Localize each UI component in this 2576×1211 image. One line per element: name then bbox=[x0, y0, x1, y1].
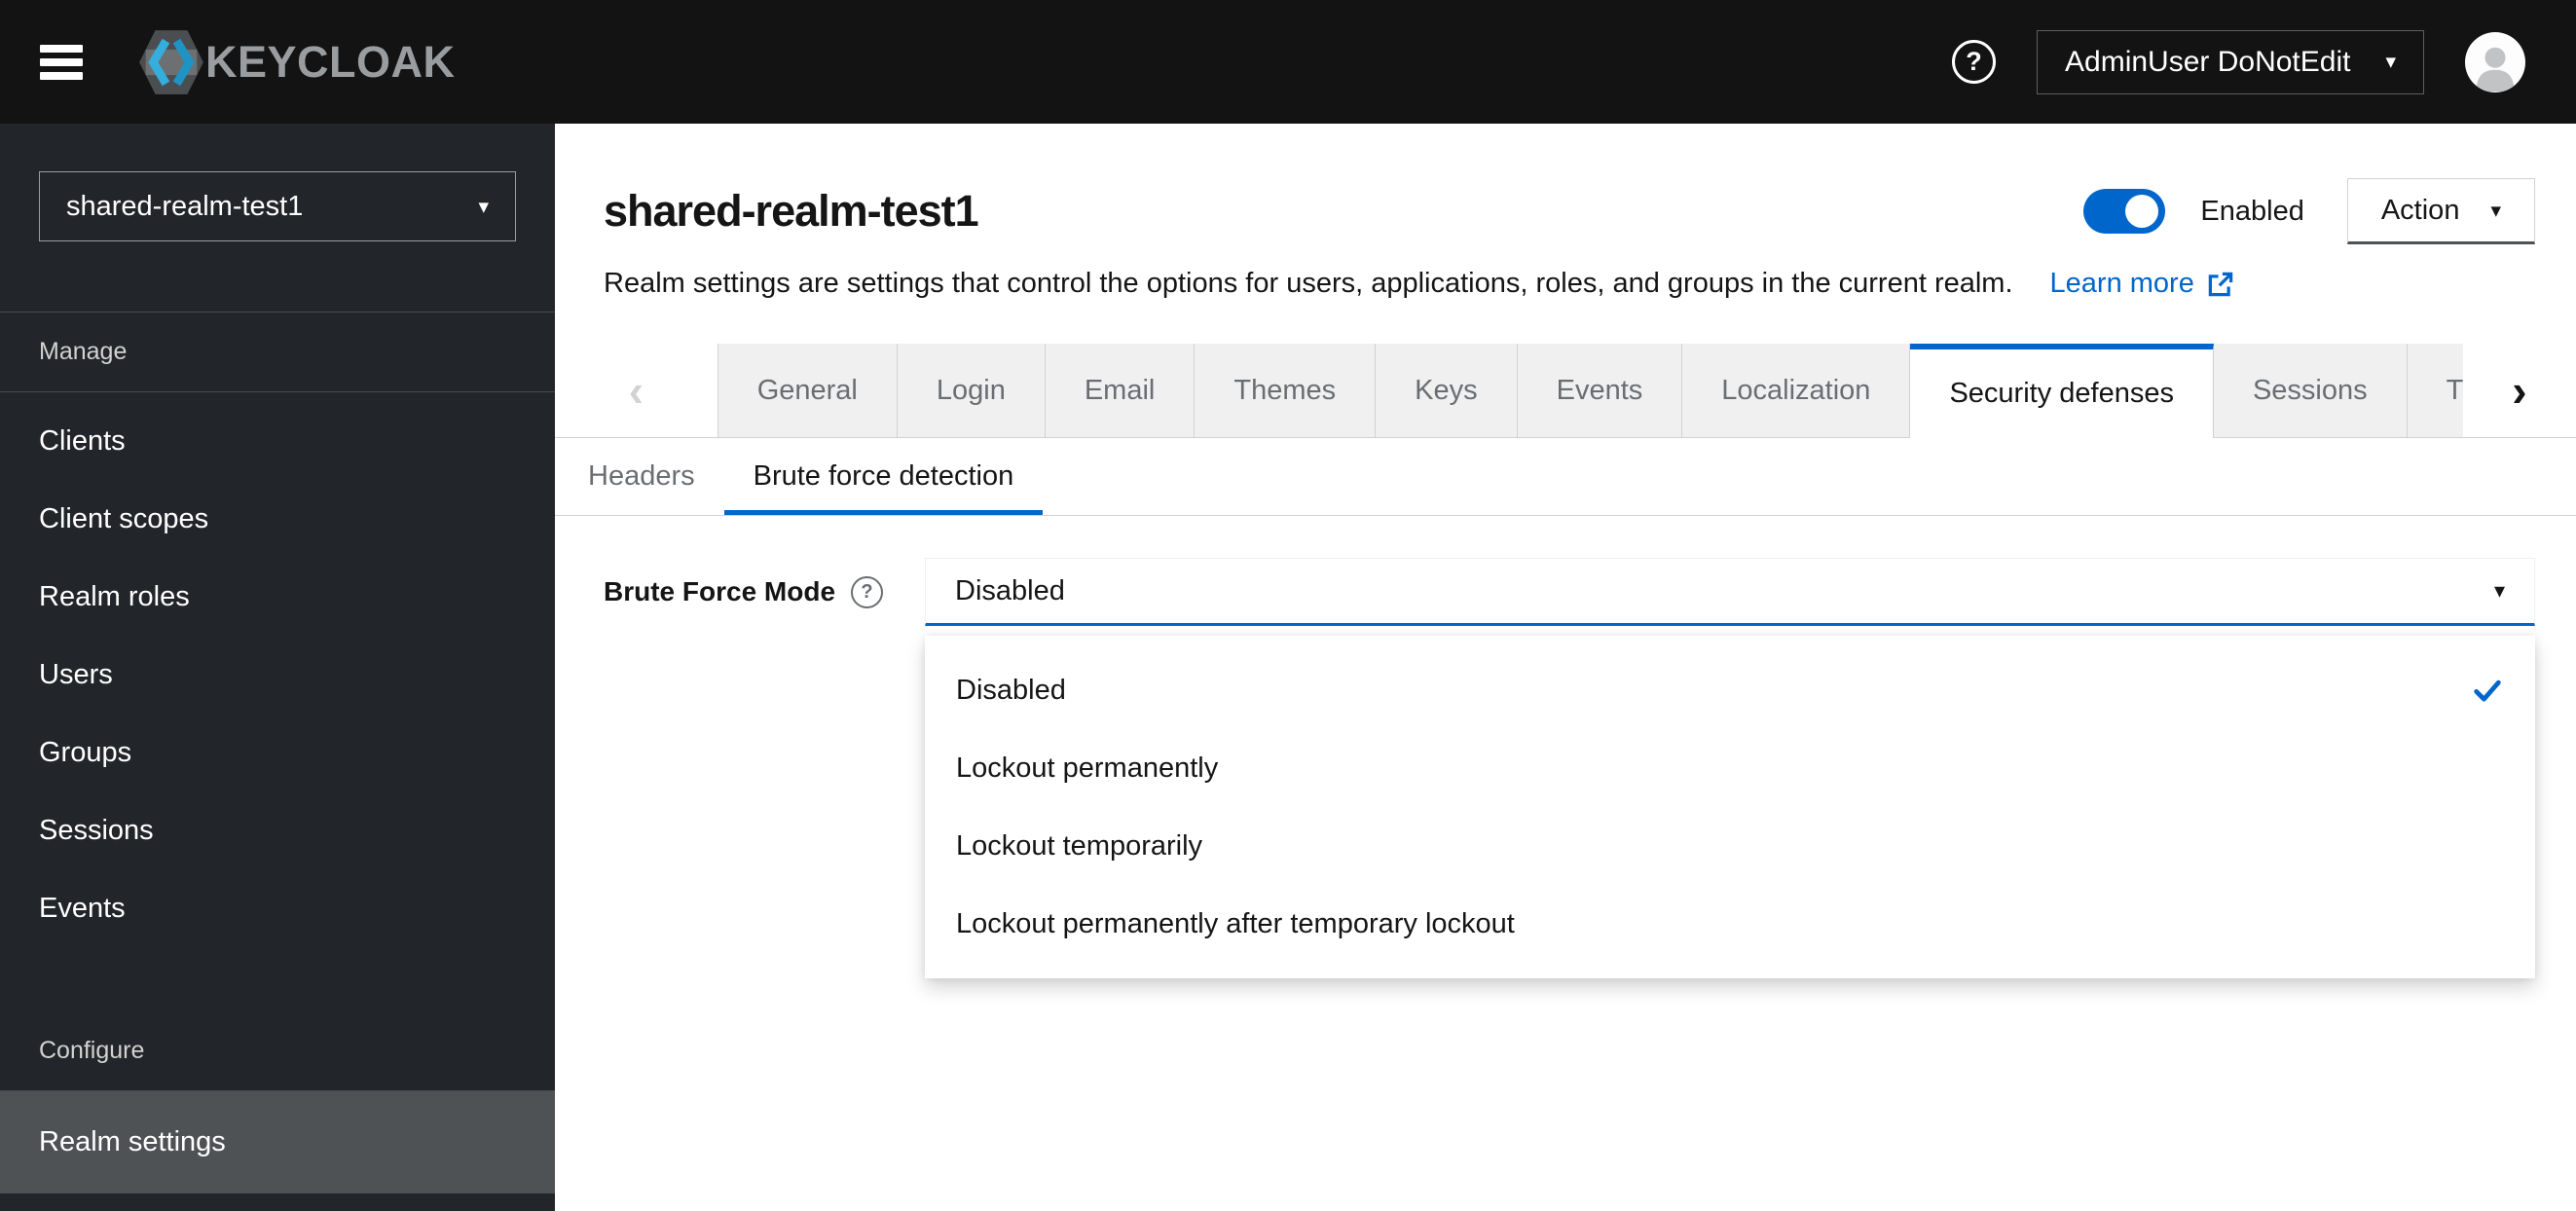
realm-selector[interactable]: shared-realm-test1 ▾ bbox=[39, 171, 516, 241]
option-lockout-permanently[interactable]: Lockout permanently bbox=[925, 729, 2535, 807]
nav-toggle-button[interactable] bbox=[40, 44, 83, 80]
nav-section-title-configure: Configure bbox=[0, 1011, 555, 1091]
brute-force-mode-label-group: Brute Force Mode ? bbox=[604, 575, 925, 608]
tab-login[interactable]: Login bbox=[897, 344, 1046, 438]
avatar[interactable] bbox=[2465, 31, 2525, 92]
question-circle-icon[interactable]: ? bbox=[851, 575, 884, 608]
help-icon: ? bbox=[1952, 40, 1997, 84]
learn-more-link[interactable]: Learn more bbox=[2050, 268, 2235, 300]
tab-partial-truncated[interactable]: T bbox=[2407, 344, 2463, 438]
brute-force-mode-label: Brute Force Mode bbox=[604, 576, 836, 606]
brand-text: KEYCLOAK bbox=[205, 36, 456, 87]
option-lockout-permanently-after-temporary-lockout[interactable]: Lockout permanently after temporary lock… bbox=[925, 885, 2535, 963]
tab-general[interactable]: General bbox=[717, 344, 898, 438]
tab-bar: ‹ General Login Email Themes Keys Events… bbox=[555, 344, 2576, 438]
action-button[interactable]: Action ▾ bbox=[2346, 178, 2535, 244]
sidebar-item-realm-roles[interactable]: Realm roles bbox=[0, 558, 555, 636]
tab-keys[interactable]: Keys bbox=[1376, 344, 1518, 438]
tab-scroll-left-button[interactable]: ‹ bbox=[555, 344, 718, 438]
keycloak-logo-icon bbox=[139, 29, 203, 94]
sidebar-item-groups[interactable]: Groups bbox=[0, 714, 555, 791]
option-label: Lockout temporarily bbox=[956, 829, 1203, 862]
learn-more-label: Learn more bbox=[2049, 268, 2194, 299]
enabled-toggle[interactable] bbox=[2083, 189, 2166, 234]
tab-email[interactable]: Email bbox=[1045, 344, 1196, 438]
user-avatar-icon bbox=[2476, 48, 2515, 92]
toggle-knob bbox=[2125, 195, 2159, 228]
tab-security-defenses[interactable]: Security defenses bbox=[1910, 344, 2214, 438]
page-header: shared-realm-test1 Enabled Action ▾ Real… bbox=[555, 124, 2576, 300]
help-button[interactable]: ? bbox=[1952, 40, 1997, 84]
tab-themes[interactable]: Themes bbox=[1195, 344, 1377, 438]
option-label: Lockout permanently bbox=[956, 752, 1219, 784]
page-description: Realm settings are settings that control… bbox=[604, 268, 2013, 299]
nav-section-title-manage: Manage bbox=[0, 312, 555, 392]
tab-localization[interactable]: Localization bbox=[1682, 344, 1911, 438]
sidebar-nav: Manage Clients Client scopes Realm roles… bbox=[0, 312, 555, 1193]
sidebar-item-users[interactable]: Users bbox=[0, 636, 555, 714]
user-menu-button[interactable]: AdminUser DoNotEdit ▾ bbox=[2037, 29, 2424, 94]
option-label: Disabled bbox=[956, 674, 1066, 706]
masthead-actions: ? AdminUser DoNotEdit ▾ bbox=[1952, 29, 2525, 94]
nav-section-manage: Manage Clients Client scopes Realm roles… bbox=[0, 312, 555, 957]
sidebar-item-events[interactable]: Events bbox=[0, 869, 555, 947]
caret-down-icon: ▾ bbox=[2493, 578, 2505, 603]
realm-selector-value: shared-realm-test1 bbox=[66, 190, 304, 222]
subtab-brute-force-detection[interactable]: Brute force detection bbox=[724, 438, 1044, 515]
enabled-label: Enabled bbox=[2200, 195, 2304, 227]
title-controls: Enabled Action ▾ bbox=[2083, 178, 2535, 244]
option-disabled[interactable]: Disabled bbox=[925, 651, 2535, 729]
action-label: Action bbox=[2380, 194, 2460, 226]
brute-force-mode-select[interactable]: Disabled ▾ bbox=[925, 558, 2535, 626]
tab-events[interactable]: Events bbox=[1517, 344, 1683, 438]
nav-section-configure: Configure Realm settings bbox=[0, 1011, 555, 1193]
sidebar-item-clients[interactable]: Clients bbox=[0, 402, 555, 480]
caret-down-icon: ▾ bbox=[478, 195, 489, 218]
masthead: KEYCLOAK ? AdminUser DoNotEdit ▾ bbox=[0, 0, 2576, 124]
brute-force-mode-menu: Disabled Lockout permanently Lockout tem… bbox=[925, 636, 2535, 978]
sidebar: shared-realm-test1 ▾ Manage Clients Clie… bbox=[0, 124, 555, 1211]
subtab-headers[interactable]: Headers bbox=[559, 438, 724, 515]
select-value: Disabled bbox=[955, 574, 1065, 606]
sidebar-item-realm-settings[interactable]: Realm settings bbox=[0, 1091, 555, 1193]
option-lockout-temporarily[interactable]: Lockout temporarily bbox=[925, 807, 2535, 885]
sidebar-item-client-scopes[interactable]: Client scopes bbox=[0, 480, 555, 558]
keycloak-brand: KEYCLOAK bbox=[139, 29, 456, 95]
username: AdminUser DoNotEdit bbox=[2065, 45, 2351, 78]
page-title: shared-realm-test1 bbox=[604, 186, 979, 236]
sidebar-item-sessions[interactable]: Sessions bbox=[0, 791, 555, 869]
subtab-bar: Headers Brute force detection bbox=[555, 438, 2576, 516]
hamburger-icon bbox=[40, 44, 83, 53]
brute-force-mode-field: Brute Force Mode ? Disabled ▾ Disabled L… bbox=[604, 558, 2535, 978]
option-label: Lockout permanently after temporary lock… bbox=[956, 907, 1515, 939]
caret-down-icon: ▾ bbox=[2490, 199, 2501, 222]
chevron-right-icon: › bbox=[2512, 365, 2527, 416]
chevron-left-icon: ‹ bbox=[628, 365, 644, 416]
check-icon bbox=[2474, 679, 2501, 702]
tab-scroll-right-button[interactable]: › bbox=[2462, 344, 2576, 438]
main-content: shared-realm-test1 Enabled Action ▾ Real… bbox=[555, 124, 2576, 1211]
caret-down-icon: ▾ bbox=[2385, 51, 2396, 73]
external-link-icon bbox=[2208, 272, 2233, 296]
tab-sessions[interactable]: Sessions bbox=[2213, 344, 2408, 438]
